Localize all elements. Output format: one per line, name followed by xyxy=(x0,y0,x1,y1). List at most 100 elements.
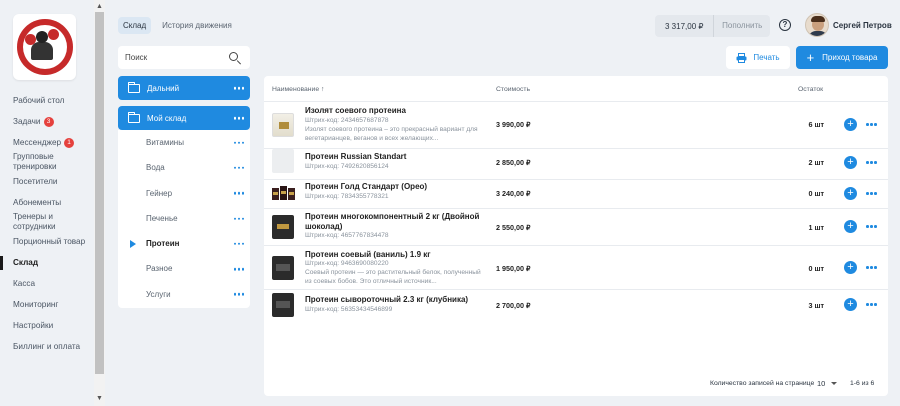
add-stock-icon[interactable]: + xyxy=(844,187,857,200)
sidebar-item-memberships[interactable]: Абонементы xyxy=(0,198,94,208)
search-icon[interactable] xyxy=(226,49,244,67)
sidebar-item-tasks[interactable]: Задачи 3 xyxy=(0,117,94,127)
product-barcode: Штрих-код: 56353434546899 xyxy=(305,306,393,313)
subfolder-menu-icon[interactable] xyxy=(233,166,244,170)
tab-warehouse[interactable]: Склад xyxy=(118,17,152,34)
sidebar-item-portion-goods[interactable]: Порционный товар xyxy=(0,237,94,247)
product-name[interactable]: Протеин Russian Standart xyxy=(305,152,485,162)
product-price: 1 950,00 ₽ xyxy=(496,264,531,273)
product-qty: 0 шт xyxy=(808,264,824,273)
column-header-cost[interactable]: Стоимость xyxy=(496,86,530,93)
subfolder-menu-icon[interactable] xyxy=(233,217,244,220)
page-tabs: Склад История движения xyxy=(118,17,237,34)
club-logo[interactable] xyxy=(13,14,76,80)
scroll-thumb[interactable] xyxy=(95,12,104,374)
row-menu-icon[interactable] xyxy=(866,192,877,195)
product-image xyxy=(272,293,294,317)
row-menu-icon[interactable] xyxy=(866,161,877,164)
row-menu-icon[interactable] xyxy=(866,225,877,228)
product-name[interactable]: Протеин многокомпонентный 2 кг (Двойной … xyxy=(305,212,485,231)
sidebar-item-cashbox[interactable]: Касса xyxy=(0,279,94,289)
row-menu-icon[interactable] xyxy=(866,123,877,126)
balance-box: 3 317,00 ₽ Пополнить xyxy=(655,15,770,37)
sidebar-item-staff[interactable]: Тренеры и сотрудники xyxy=(0,212,80,232)
add-stock-icon[interactable]: + xyxy=(844,220,857,233)
product-qty: 1 шт xyxy=(808,223,824,232)
table-row[interactable]: Протеин многокомпонентный 2 кг (Двойной … xyxy=(264,209,888,245)
product-image xyxy=(272,215,294,239)
table-row[interactable]: Протеин сывороточный 2.3 кг (клубника) Ш… xyxy=(264,290,888,322)
chevron-down-icon[interactable] xyxy=(831,382,837,385)
printer-icon xyxy=(736,52,747,63)
add-goods-label: Приход товара xyxy=(822,53,878,62)
add-stock-icon[interactable]: + xyxy=(844,156,857,169)
add-stock-icon[interactable]: + xyxy=(844,298,857,311)
table-row[interactable]: Протеин Russian Standart Штрих-код: 7492… xyxy=(264,149,888,179)
folder-remote[interactable]: Дальний xyxy=(118,76,250,100)
folder-remote-menu-icon[interactable] xyxy=(233,86,244,90)
sidebar-nav: Рабочий стол Задачи 3 Мессенджер 1 Группов… xyxy=(0,95,94,351)
table-row[interactable]: Изолят соевого протеина Штрих-код: 24346… xyxy=(264,102,888,148)
subfolder-menu-icon[interactable] xyxy=(233,141,244,144)
product-price: 2 550,00 ₽ xyxy=(496,223,531,232)
sidebar-scrollbar[interactable]: ▲ ▼ xyxy=(94,0,105,406)
row-menu-icon[interactable] xyxy=(866,303,877,306)
subfolder-protein[interactable]: Протеин xyxy=(118,231,250,256)
help-icon[interactable]: ? xyxy=(779,19,791,31)
sidebar-item-messenger[interactable]: Мессенджер 1 xyxy=(0,138,94,149)
user-name[interactable]: Сергей Петров xyxy=(833,21,892,30)
topup-button[interactable]: Пополнить xyxy=(713,15,770,37)
product-price: 2 700,00 ₽ xyxy=(496,301,531,310)
product-price: 3 240,00 ₽ xyxy=(496,189,531,198)
search-input[interactable]: Поиск xyxy=(125,53,226,62)
subfolder-menu-icon[interactable] xyxy=(233,267,244,271)
table-row[interactable]: Протеин Голд Стандарт (Орео) Штрих-код: … xyxy=(264,180,888,208)
subfolder-vitamins[interactable]: Витамины xyxy=(118,130,250,155)
subfolder-gainer[interactable]: Гейнер xyxy=(118,181,250,206)
product-barcode: Штрих-код: 7834355778321 xyxy=(305,193,389,200)
subfolder-menu-icon[interactable] xyxy=(233,191,244,195)
sidebar-item-dashboard[interactable]: Рабочий стол xyxy=(0,96,94,106)
product-qty: 2 шт xyxy=(808,158,824,167)
per-page-select[interactable]: 10 xyxy=(817,379,825,388)
tab-movement-history[interactable]: История движения xyxy=(157,17,237,34)
product-name[interactable]: Протеин соевый (ваниль) 1.9 кг xyxy=(305,250,485,260)
folder-remote-label: Дальний xyxy=(147,83,180,93)
subfolder-services[interactable]: Услуги xyxy=(118,282,250,307)
product-description: Соевый протеин — это растительный белок,… xyxy=(305,269,481,285)
subfolder-misc[interactable]: Разное xyxy=(118,256,250,281)
product-name[interactable]: Протеин сывороточный 2.3 кг (клубника) xyxy=(305,295,485,305)
add-stock-icon[interactable]: + xyxy=(844,118,857,131)
sidebar-item-settings[interactable]: Настройки xyxy=(0,321,94,331)
product-qty: 3 шт xyxy=(808,301,824,310)
sidebar-item-monitoring[interactable]: Мониторинг xyxy=(0,300,94,310)
sidebar-item-visitors[interactable]: Посетители xyxy=(0,177,94,187)
column-header-name[interactable]: Наименование ↑ xyxy=(272,86,324,93)
add-stock-icon[interactable]: + xyxy=(844,261,857,274)
product-qty: 0 шт xyxy=(808,189,824,198)
scroll-down-icon[interactable]: ▼ xyxy=(95,394,104,404)
tasks-badge: 3 xyxy=(43,117,54,127)
folder-my-warehouse-menu-icon[interactable] xyxy=(233,116,244,120)
print-button[interactable]: Печать xyxy=(726,46,790,69)
sidebar-item-billing[interactable]: Биллинг и оплата xyxy=(0,342,94,352)
sidebar-item-group-training[interactable]: Групповые тренировки xyxy=(0,152,80,172)
avatar[interactable] xyxy=(805,13,829,37)
folder-my-warehouse[interactable]: Мой склад xyxy=(118,106,250,130)
add-goods-button[interactable]: + Приход товара xyxy=(796,46,888,69)
subfolder-menu-icon[interactable] xyxy=(233,242,244,246)
product-name[interactable]: Протеин Голд Стандарт (Орео) xyxy=(305,182,485,192)
product-image xyxy=(272,182,295,206)
product-name[interactable]: Изолят соевого протеина xyxy=(305,106,485,116)
folder-search[interactable]: Поиск xyxy=(118,46,250,69)
subfolder-menu-icon[interactable] xyxy=(233,293,244,296)
sidebar-item-warehouse[interactable]: Склад xyxy=(0,256,94,271)
row-menu-icon[interactable] xyxy=(866,266,877,269)
subfolder-water[interactable]: Вода xyxy=(118,155,250,180)
product-image xyxy=(272,113,294,137)
product-image xyxy=(272,256,294,280)
subfolder-cookies[interactable]: Печенье xyxy=(118,206,250,231)
column-header-stock[interactable]: Остаток xyxy=(798,86,823,93)
scroll-up-icon[interactable]: ▲ xyxy=(95,2,104,12)
table-row[interactable]: Протеин соевый (ваниль) 1.9 кг Штрих-код… xyxy=(264,246,888,289)
